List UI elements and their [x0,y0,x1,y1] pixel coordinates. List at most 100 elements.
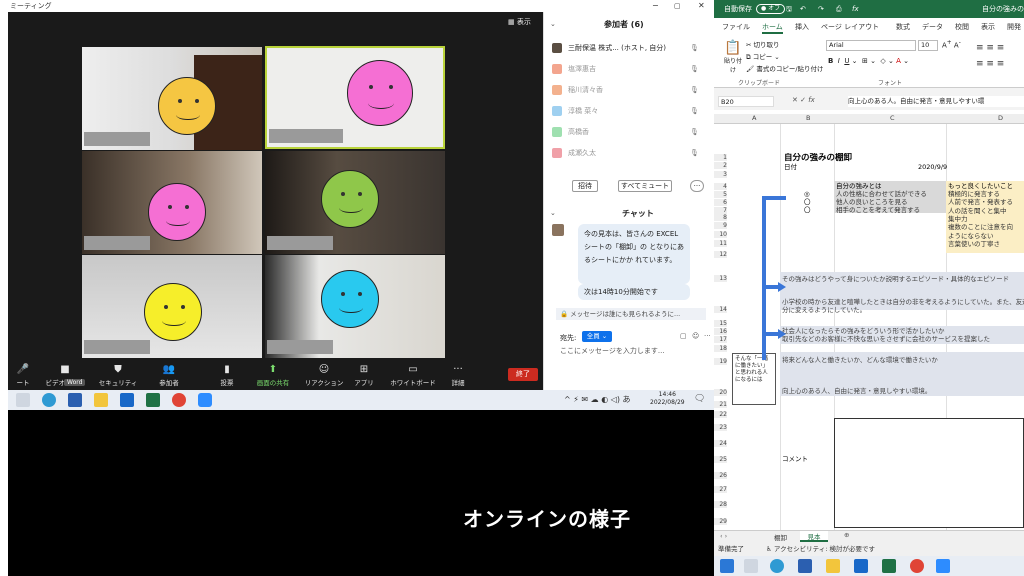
excel-icon[interactable] [882,559,896,573]
chrome-icon[interactable] [172,393,186,407]
folder-icon[interactable] [826,559,840,573]
video-tile-5[interactable] [82,255,262,358]
save-icon[interactable]: 🖫 [786,0,792,18]
cut-button[interactable]: ✂ 切り取り [746,39,780,49]
poll-button[interactable]: ▮ 投票 [204,362,250,390]
redo-icon[interactable]: ↷ [818,0,824,18]
edge-icon[interactable] [42,393,56,407]
microphone-icon[interactable]: 🎙 [690,82,699,98]
windows-icon[interactable] [720,559,734,573]
improve-item[interactable]: 人の話を聞くと集中 [948,207,1007,215]
zoom-icon[interactable] [936,559,950,573]
video-tile-3[interactable] [82,151,262,254]
row-header[interactable]: 23 [714,424,727,431]
participants-collapse-icon[interactable]: ⌄ [550,20,556,28]
sheet-tab-active[interactable]: 見本 [800,531,828,542]
invite-button[interactable]: 招待 [572,180,598,192]
comment-label[interactable]: コメント [782,455,808,463]
improve-item[interactable]: 人前で発言・発表する [948,198,1013,206]
ribbon-tab[interactable]: 開発 [1007,22,1021,32]
worksheet-grid[interactable]: A B C D 1 2 3 4 5 6 7 8 9 10 11 12 13 14 15 16 17 18 19 20 2… [714,110,1024,530]
word-icon[interactable] [798,559,812,573]
improve-item[interactable]: 集中力 [948,215,968,223]
chat-input[interactable]: ここにメッセージを入力します... [560,346,710,356]
improve-item[interactable]: 言葉使いの丁寧さ [948,240,1000,248]
outlook-icon[interactable] [854,559,868,573]
participant-row[interactable]: 成瀬久太 🎙 [552,145,712,161]
comment-box[interactable] [834,418,1024,528]
ribbon-tab[interactable]: 校閲 [955,22,969,32]
environment-text[interactable]: 向上心のある人、自由に発言・意見しやすい環境。 [782,387,931,395]
microphone-icon[interactable]: 🎙 [690,61,699,77]
function-icon[interactable]: fx [852,0,859,18]
notification-icon[interactable]: 🗨 [694,394,705,404]
outlook-icon[interactable] [120,393,134,407]
ribbon-tab[interactable]: 数式 [896,22,910,32]
improve-header[interactable]: もっと良くしたいこと [948,182,1013,190]
ribbon-tab[interactable]: ページ レイアウト [821,22,879,32]
video-tile-6[interactable] [265,255,445,358]
ribbon-tab[interactable]: 表示 [981,22,995,32]
folder-icon[interactable] [94,393,108,407]
excel-icon[interactable] [146,393,160,407]
formula-bar[interactable]: 向上心のある人。自由に発言・意見しやすい環 [848,96,1024,107]
row-header[interactable]: 26 [714,472,727,479]
row-header[interactable]: 24 [714,440,727,447]
more-options-button[interactable]: ··· [690,180,704,192]
reactions-button[interactable]: ☺ リアクション [298,362,350,390]
more-button[interactable]: ··· 詳細 [438,362,478,390]
sheet-nav-icon[interactable]: ‹ › [720,532,727,540]
close-icon[interactable]: ✕ [698,0,705,12]
font-size-select[interactable]: 10 [918,40,938,51]
zoom-icon[interactable] [198,393,212,407]
accessibility-status[interactable]: ♿ アクセシビリティ: 検討が必要です [766,542,875,556]
view-button[interactable]: ▦ 表示 [508,17,531,27]
end-meeting-button[interactable]: 終了 [508,368,538,381]
ribbon-tab[interactable]: ファイル [722,22,750,32]
minimize-icon[interactable]: − [652,0,659,12]
video-tile-4[interactable] [265,151,445,254]
chrome-icon[interactable] [910,559,924,573]
row-header[interactable]: 28 [714,501,727,508]
whiteboard-button[interactable]: ▭ ホワイトボード [386,362,440,390]
video-tile-2[interactable] [265,46,445,149]
row-header[interactable]: 20 [714,389,727,396]
font-style-buttons[interactable]: B I U ⌄ ⊞ ⌄ ◇ ⌄ A ⌄ [828,57,909,65]
sheet-tab[interactable]: 棚卸 [774,532,787,542]
row-header[interactable]: 29 [714,518,727,525]
alignment-buttons[interactable]: ≡ ≡ ≡ ≡ ≡ ≡ [976,40,1004,72]
participant-row[interactable]: 高橋香 🎙 [552,124,712,140]
microphone-icon[interactable]: 🎙 [690,40,699,56]
search-icon[interactable] [16,393,30,407]
chat-collapse-icon[interactable]: ⌄ [550,209,556,217]
participant-row[interactable]: 塩澤惠吉 🎙 [552,61,712,77]
security-button[interactable]: ⛊ セキュリティ [92,362,144,390]
apps-button[interactable]: ⊞ アプリ [344,362,384,390]
row-header[interactable]: 25 [714,456,727,463]
emoji-icon[interactable]: ☺ [692,332,699,340]
row-header[interactable]: 27 [714,486,727,493]
date-value[interactable]: 2020/9/9 [918,163,947,171]
mute-all-button[interactable]: すべてミュート [618,180,672,192]
send-to-select[interactable]: 全員 ⌄ [582,331,612,342]
microphone-icon[interactable]: 🎙 [690,145,699,161]
search-icon[interactable] [744,559,758,573]
column-header-c[interactable]: C [890,114,895,122]
print-icon[interactable]: ⎙ [836,0,842,18]
edge-icon[interactable] [770,559,784,573]
word-icon[interactable] [68,393,82,407]
video-tile-1[interactable] [82,47,262,150]
add-sheet-icon[interactable]: ⊕ [844,531,849,539]
participant-row[interactable]: 稲川清々香 🎙 [552,82,712,98]
formula-controls[interactable]: ✕ ✓ fx [792,96,815,104]
improve-item[interactable]: 積極的に発言する [948,190,1000,198]
more-icon[interactable]: ··· [704,332,711,340]
participants-button[interactable]: 👥 参加者 [146,362,192,390]
column-header-d[interactable]: D [998,114,1003,122]
paste-button[interactable]: 📋 貼り付け [722,40,744,74]
microphone-icon[interactable]: 🎙 [690,103,699,119]
copy-button[interactable]: ⧉ コピー ⌄ [746,51,780,62]
ribbon-tab[interactable]: ホーム [762,22,783,34]
row-header[interactable]: 21 [714,401,727,408]
row-header[interactable]: 22 [714,411,727,418]
